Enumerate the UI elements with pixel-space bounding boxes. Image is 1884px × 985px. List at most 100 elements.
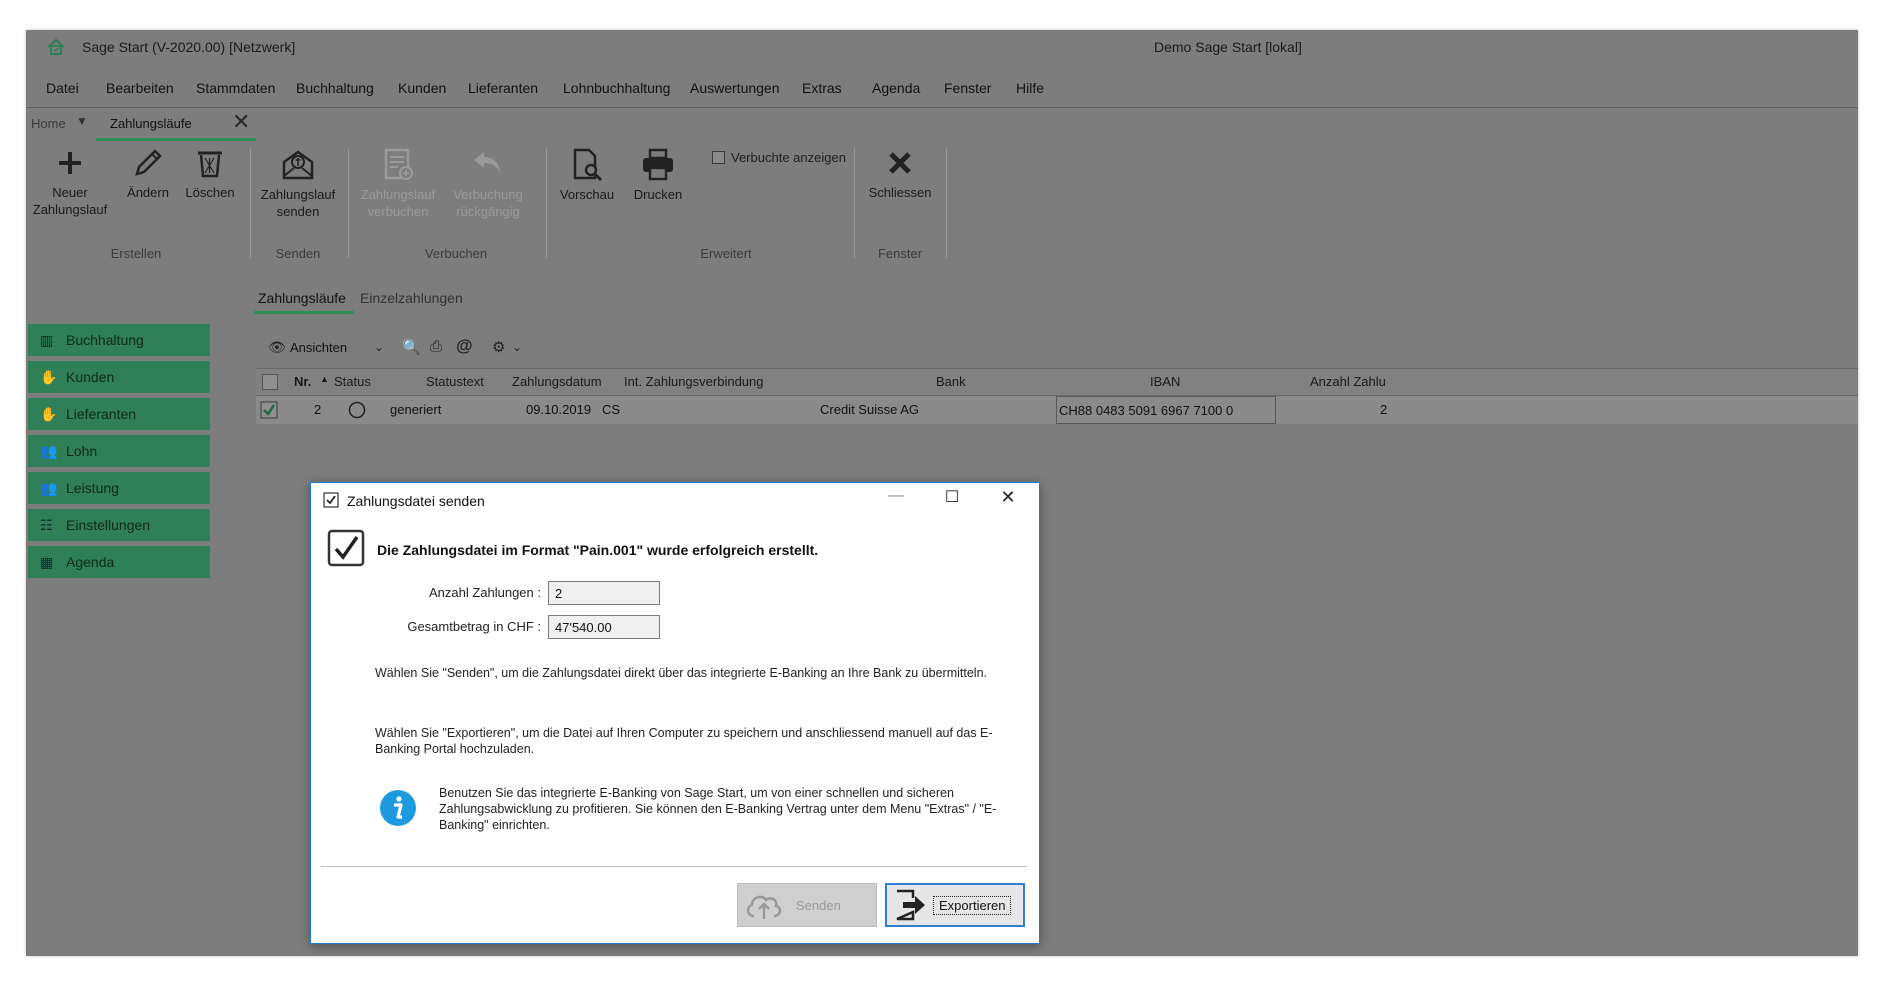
ribbon-toolbar: Neuer Zahlungslauf Ändern Löschen Zahlun… <box>26 142 1858 270</box>
exportieren-button[interactable]: Exportieren <box>885 883 1025 927</box>
table-row[interactable]: 2 generiert 09.10.2019 CS Credit Suisse … <box>256 396 1858 424</box>
menu-buchhaltung[interactable]: Buchhaltung <box>296 80 374 96</box>
sidebar-item-lohn[interactable]: 👥 Lohn <box>28 435 210 467</box>
column-statustext[interactable]: Statustext <box>426 374 484 389</box>
verbuchte-anzeigen-checkbox[interactable]: Verbuchte anzeigen <box>712 150 846 165</box>
maximize-icon[interactable]: ☐ <box>937 487 967 507</box>
senden-label-1: Zahlungslauf <box>260 187 336 202</box>
exportieren-instructions: Wählen Sie "Exportieren", um die Datei a… <box>375 726 993 756</box>
clipboard-icon: ☷ <box>40 516 53 533</box>
sidebar-item-agenda[interactable]: ▦ Agenda <box>28 546 210 578</box>
sidebar-label: Einstellungen <box>66 517 151 533</box>
loeschen-label: Löschen <box>185 185 235 200</box>
menu-lohnbuchhaltung[interactable]: Lohnbuchhaltung <box>563 80 670 96</box>
printer-icon[interactable]: ⎙ <box>430 338 442 355</box>
gesamtbetrag-label: Gesamtbetrag in CHF : <box>407 619 541 634</box>
rueck-label-2: rückgängig <box>456 204 520 219</box>
row-checkbox[interactable] <box>260 401 278 419</box>
aendern-button[interactable]: Ändern <box>118 146 178 201</box>
menu-auswertungen[interactable]: Auswertungen <box>690 80 780 96</box>
handshake-icon: ✋ <box>40 368 58 385</box>
calendar-icon: ▦ <box>40 553 54 570</box>
menu-kunden[interactable]: Kunden <box>398 80 446 96</box>
tab-home[interactable]: Home <box>31 116 66 131</box>
menu-hilfe[interactable]: Hilfe <box>1016 80 1044 96</box>
column-nr[interactable]: Nr. <box>294 374 311 389</box>
menu-bearbeiten[interactable]: Bearbeiten <box>106 80 174 96</box>
column-anzahl-zahlungen[interactable]: Anzahl Zahlu <box>1310 374 1386 389</box>
sidebar-label: Kunden <box>66 369 115 385</box>
menu-fenster[interactable]: Fenster <box>944 80 991 96</box>
menu-stammdaten[interactable]: Stammdaten <box>196 80 275 96</box>
verbuchte-anzeigen-label: Verbuchte anzeigen <box>731 150 846 165</box>
envelope-send-icon <box>282 150 314 180</box>
verbuchung-rueckgaengig-button[interactable]: Verbuchung rückgängig <box>446 146 530 220</box>
verbuchen-label-1: Zahlungslauf <box>360 187 436 202</box>
plus-icon <box>59 152 81 174</box>
preview-icon[interactable]: 🔍 <box>402 338 421 356</box>
tab-zahlungslaeufe-list[interactable]: Zahlungsläufe <box>258 290 346 306</box>
menu-datei[interactable]: Datei <box>46 80 79 96</box>
column-zahlungsverbindung[interactable]: Int. Zahlungsverbindung <box>624 374 763 389</box>
cell-anzahl-zahlungen: 2 <box>1380 402 1388 417</box>
window-title: Sage Start (V-2020.00) [Netzwerk] <box>82 39 296 55</box>
zahlungsdatei-senden-dialog: Zahlungsdatei senden — ☐ ✕ Die Zahlungsd… <box>310 482 1040 944</box>
users-icon: 👥 <box>40 442 58 459</box>
pencil-icon <box>135 149 162 176</box>
cell-nr: 2 <box>314 402 322 417</box>
sidebar-item-buchhaltung[interactable]: ▥ Buchhaltung <box>28 324 210 356</box>
app-window: Sage Start (V-2020.00) [Netzwerk] Demo S… <box>26 30 1858 956</box>
minimize-icon[interactable]: — <box>881 487 911 505</box>
menu-extras[interactable]: Extras <box>802 80 842 96</box>
document-add-icon <box>384 148 413 180</box>
sidebar-label: Lohn <box>66 443 98 459</box>
close-icon[interactable]: ✕ <box>232 110 250 134</box>
cell-iban-box[interactable]: CH88 0483 5091 6967 7100 0 <box>1056 396 1276 424</box>
column-bank[interactable]: Bank <box>936 374 966 389</box>
schliessen-button[interactable]: Schliessen <box>860 146 940 201</box>
neuer-zahlungslauf-button[interactable]: Neuer Zahlungslauf <box>30 146 110 218</box>
sidebar-item-kunden[interactable]: ✋ Kunden <box>28 361 210 393</box>
chevron-down-icon[interactable]: ⌄ <box>374 340 384 354</box>
senden-button[interactable]: Senden <box>737 883 877 927</box>
grid-header: Nr. ▲ Status Statustext Zahlungsdatum In… <box>256 368 1858 396</box>
anzahl-zahlungen-field[interactable] <box>548 581 660 605</box>
checkbox-checked-icon <box>323 492 339 508</box>
menu-agenda[interactable]: Agenda <box>872 80 920 96</box>
zahlungslauf-verbuchen-button[interactable]: Zahlungslauf verbuchen <box>356 146 440 220</box>
export-arrow-icon <box>896 889 925 921</box>
exportieren-button-label: Exportieren <box>933 895 1012 915</box>
neuer-label-2: Zahlungslauf <box>32 202 108 217</box>
select-all-checkbox[interactable] <box>262 374 278 390</box>
vorschau-button[interactable]: Vorschau <box>552 146 622 203</box>
sort-asc-icon: ▲ <box>320 374 329 384</box>
column-iban[interactable]: IBAN <box>1150 374 1180 389</box>
cell-bank: Credit Suisse AG <box>820 402 919 417</box>
menu-lieferanten[interactable]: Lieferanten <box>468 80 538 96</box>
active-tab-indicator <box>96 138 256 141</box>
loeschen-button[interactable]: Löschen <box>180 146 240 201</box>
zahlungslauf-senden-button[interactable]: Zahlungslauf senden <box>256 146 340 220</box>
dialog-close-icon[interactable]: ✕ <box>993 487 1023 508</box>
ansichten-button[interactable]: Ansichten <box>290 340 347 355</box>
ribbon-divider <box>348 148 349 258</box>
tab-einzelzahlungen[interactable]: Einzelzahlungen <box>360 290 463 306</box>
gear-icon[interactable]: ⚙ <box>492 338 505 356</box>
email-icon[interactable]: @ <box>456 336 473 356</box>
sidebar-item-lieferanten[interactable]: ✋ Lieferanten <box>28 398 210 430</box>
column-status[interactable]: Status <box>334 374 371 389</box>
gesamtbetrag-field[interactable] <box>548 615 660 639</box>
group-senden: Senden <box>275 246 321 261</box>
column-zahlungsdatum[interactable]: Zahlungsdatum <box>512 374 602 389</box>
tab-dropdown-icon[interactable]: ▼ <box>76 114 88 128</box>
checkbox-box[interactable] <box>712 151 725 164</box>
title-bar: Sage Start (V-2020.00) [Netzwerk] Demo S… <box>26 30 1858 64</box>
verbuchen-label-2: verbuchen <box>367 204 429 219</box>
neuer-label-1: Neuer <box>52 185 88 200</box>
sidebar-item-einstellungen[interactable]: ☷ Einstellungen <box>28 509 210 541</box>
printer-icon <box>643 148 673 181</box>
eye-icon[interactable]: 👁 <box>268 339 286 356</box>
sidebar-item-leistung[interactable]: 👥 Leistung <box>28 472 210 504</box>
drucken-button[interactable]: Drucken <box>626 146 690 203</box>
chevron-down-icon[interactable]: ⌄ <box>512 340 522 354</box>
